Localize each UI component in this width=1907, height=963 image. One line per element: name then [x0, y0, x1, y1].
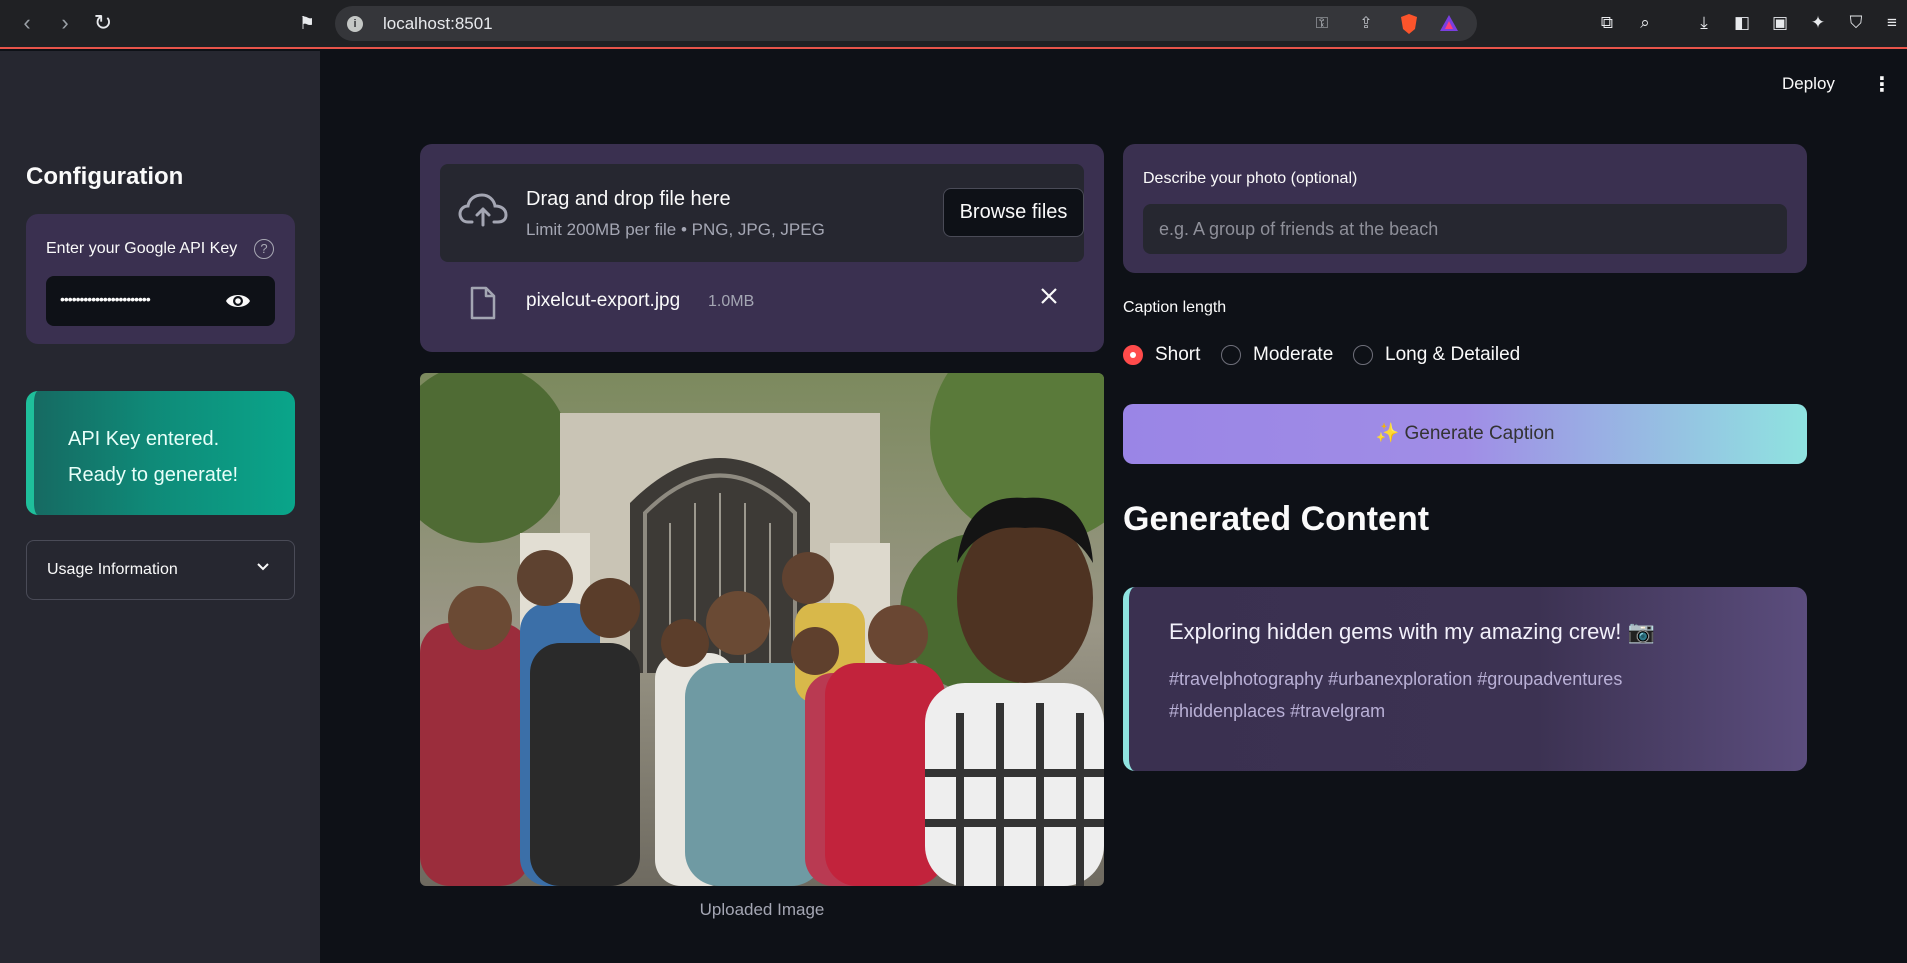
reload-icon[interactable]: ↻ — [90, 10, 116, 36]
api-key-value[interactable]: ••••••••••••••••••••••• — [60, 291, 151, 307]
radio-long-label[interactable]: Long & Detailed — [1385, 344, 1520, 366]
key-icon[interactable]: ⚿ — [1311, 13, 1333, 35]
bookmark-icon[interactable]: ⚑ — [294, 10, 320, 36]
radio-moderate[interactable]: Moderate — [1221, 344, 1333, 366]
generated-hashtags: #travelphotography #urbanexploration #gr… — [1169, 669, 1623, 721]
url-text[interactable]: localhost:8501 — [383, 14, 493, 34]
deploy-button[interactable]: Deploy — [1782, 74, 1835, 94]
generated-heading: Generated Content — [1123, 500, 1430, 538]
status-alert: API Key entered. Ready to generate! — [26, 391, 295, 515]
usage-label: Usage Information — [47, 561, 178, 578]
radio-selected-icon[interactable] — [1123, 345, 1143, 365]
extensions-icon[interactable]: ⧉ — [1595, 11, 1619, 35]
wallet-icon[interactable]: ▣ — [1768, 11, 1792, 35]
browser-toolbar: ‹ › ↻ ⚑ i localhost:8501 ⚿ ⇪ ⧉ ⌕ ⤓ ◧ ▣ ✦… — [0, 0, 1907, 49]
status-line-1: API Key entered. — [68, 428, 220, 450]
address-bar[interactable]: i localhost:8501 ⚿ ⇪ — [335, 6, 1477, 41]
describe-label: Describe your photo (optional) — [1143, 170, 1358, 187]
cloud-upload-icon — [458, 193, 508, 227]
file-uploader: Drag and drop file here Limit 200MB per … — [420, 144, 1104, 352]
share-icon[interactable]: ⇪ — [1355, 13, 1377, 35]
api-key-input[interactable]: ••••••••••••••••••••••• — [46, 276, 275, 326]
brave-shield-icon[interactable] — [1398, 13, 1420, 35]
radio-unselected-icon[interactable] — [1221, 345, 1241, 365]
status-message: API Key entered. Ready to generate! — [68, 421, 288, 493]
uploaded-file-size: 1.0MB — [708, 293, 755, 310]
show-password-icon[interactable] — [224, 290, 252, 312]
dropzone-subtitle: Limit 200MB per file • PNG, JPG, JPEG — [526, 220, 825, 239]
radio-unselected-icon[interactable] — [1353, 345, 1373, 365]
caption-length-label: Caption length — [1123, 299, 1227, 316]
api-key-card: Enter your Google API Key ? ••••••••••••… — [26, 214, 295, 344]
sidebar-title: Configuration — [26, 163, 184, 190]
describe-card: Describe your photo (optional) — [1123, 144, 1807, 273]
file-icon — [470, 286, 496, 320]
radio-moderate-label[interactable]: Moderate — [1253, 344, 1333, 366]
rewards-icon[interactable] — [1438, 13, 1460, 35]
generated-caption-card: Exploring hidden gems with my amazing cr… — [1123, 587, 1807, 771]
generate-caption-button[interactable]: ✨ Generate Caption — [1123, 404, 1807, 464]
dropzone[interactable]: Drag and drop file here Limit 200MB per … — [440, 164, 1084, 262]
vpn-icon[interactable]: ⛉ — [1844, 11, 1868, 35]
search-tab-icon[interactable]: ⌕ — [1633, 11, 1657, 35]
radio-short[interactable]: Short — [1123, 344, 1200, 366]
chevron-down-icon — [255, 558, 271, 579]
uploaded-image — [420, 373, 1104, 886]
download-icon[interactable]: ⤓ — [1692, 11, 1716, 35]
menu-icon[interactable]: ≡ — [1880, 11, 1904, 35]
back-icon[interactable]: ‹ — [14, 10, 40, 36]
sidebar: Configuration Enter your Google API Key … — [0, 51, 320, 963]
generated-caption: Exploring hidden gems with my amazing cr… — [1169, 619, 1655, 644]
status-line-2: Ready to generate! — [68, 464, 239, 486]
radio-short-label[interactable]: Short — [1155, 344, 1200, 366]
forward-icon[interactable]: › — [52, 10, 78, 36]
usage-expander[interactable]: Usage Information — [26, 540, 295, 600]
sidebar-toggle-icon[interactable]: ◧ — [1730, 11, 1754, 35]
image-caption: Uploaded Image — [699, 900, 825, 919]
remove-file-icon[interactable] — [1040, 284, 1058, 312]
main-menu-icon[interactable]: ⋮ — [1872, 74, 1892, 96]
radio-long[interactable]: Long & Detailed — [1353, 344, 1520, 366]
help-icon[interactable]: ? — [254, 239, 274, 259]
api-key-label: Enter your Google API Key — [46, 240, 238, 257]
leo-ai-icon[interactable]: ✦ — [1806, 11, 1830, 35]
dropzone-title: Drag and drop file here — [526, 188, 731, 210]
describe-input[interactable] — [1143, 204, 1787, 254]
site-info-icon[interactable]: i — [347, 16, 363, 32]
browse-files-button[interactable]: Browse files — [943, 188, 1084, 237]
uploaded-file-name: pixelcut-export.jpg — [526, 290, 681, 311]
